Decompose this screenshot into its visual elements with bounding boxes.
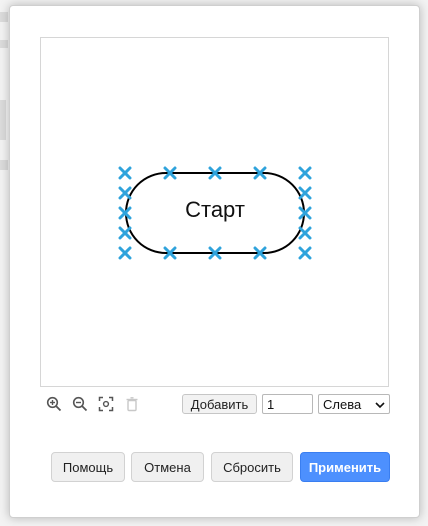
chevron-down-icon: [375, 397, 385, 412]
help-button[interactable]: Помощь: [51, 452, 125, 482]
cancel-button[interactable]: Отмена: [131, 452, 204, 482]
shape-preview-canvas[interactable]: Старт: [40, 37, 389, 387]
edit-connection-points-dialog: Старт Добавить 1 Слева Помощь Отмена Сбр…: [9, 5, 420, 518]
position-select[interactable]: Слева: [318, 394, 390, 414]
point-count-input[interactable]: [262, 394, 313, 414]
add-point-button[interactable]: Добавить: [182, 394, 257, 414]
zoom-out-icon[interactable]: [70, 394, 90, 414]
reset-button[interactable]: Сбросить: [211, 452, 293, 482]
shape-label: Старт: [185, 197, 245, 222]
fit-icon[interactable]: [96, 394, 116, 414]
position-select-value: Слева: [323, 396, 362, 412]
trash-icon[interactable]: [122, 394, 142, 414]
apply-button[interactable]: Применить: [300, 452, 390, 482]
zoom-in-icon[interactable]: [44, 394, 64, 414]
